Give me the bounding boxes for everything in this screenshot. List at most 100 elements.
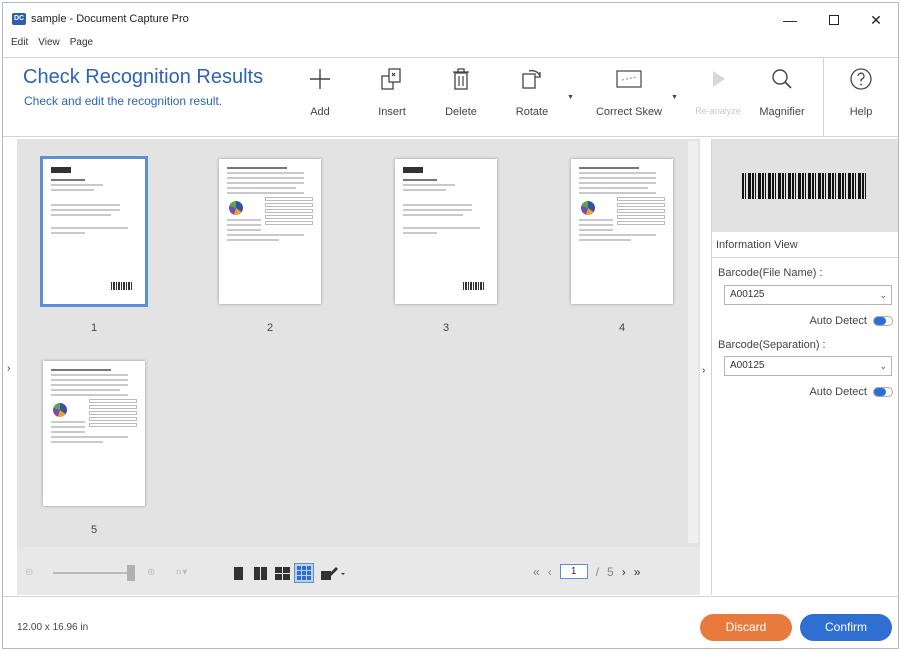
magnifier-button[interactable]: Magnifier <box>755 64 809 118</box>
add-button[interactable]: Add <box>303 64 337 118</box>
page-title: Check Recognition Results <box>23 66 264 88</box>
barcode-file-select[interactable]: A00125 ⌄ <box>724 285 892 305</box>
rotate-button[interactable]: Rotate <box>511 64 553 118</box>
barcode-file-label: Barcode(File Name) : <box>718 267 823 279</box>
help-label: Help <box>849 106 873 118</box>
page-number: 3 <box>442 322 450 334</box>
magnifier-label: Magnifier <box>759 106 805 118</box>
page-thumbnail[interactable] <box>571 159 673 304</box>
page-thumbnail[interactable] <box>219 159 321 304</box>
title-bar: DC sample - Document Capture Pro — ✕ <box>3 3 898 37</box>
pie-chart-mark <box>53 403 67 417</box>
app-icon: DC <box>12 13 26 25</box>
last-page-icon[interactable]: » <box>634 565 641 579</box>
pie-chart-mark <box>229 201 243 215</box>
delete-label: Delete <box>445 106 477 118</box>
page-number: 4 <box>618 322 626 334</box>
logo-mark <box>403 167 423 173</box>
discard-button[interactable]: Discard <box>700 614 792 641</box>
rotate-dropdown-icon[interactable]: ▼ <box>567 94 574 101</box>
first-page-icon[interactable]: « <box>533 565 540 579</box>
page-thumbnail[interactable] <box>40 156 148 307</box>
reanalyze-button[interactable]: Re-analyze <box>686 64 750 116</box>
barcode-mark <box>111 282 133 290</box>
insert-page-icon <box>371 64 413 94</box>
page-number: 5 <box>90 524 98 536</box>
prev-page-icon[interactable]: ‹ <box>548 565 552 579</box>
play-icon <box>686 64 750 94</box>
zoom-in-icon[interactable]: ⊕ <box>147 567 155 578</box>
close-button[interactable]: ✕ <box>861 9 891 31</box>
ribbon-divider <box>823 58 824 136</box>
zoom-slider-handle[interactable] <box>127 565 135 581</box>
page-navigator: « ‹ 1 / 5 › » <box>533 564 640 579</box>
total-pages: 5 <box>607 564 614 579</box>
barcode-mark <box>463 282 485 290</box>
status-divider <box>3 596 898 597</box>
current-page-input[interactable]: 1 <box>559 564 588 579</box>
skew-dropdown-icon[interactable]: ▼ <box>671 94 678 101</box>
vertical-scrollbar[interactable] <box>688 141 698 543</box>
auto-detect-row: Auto Detect <box>763 315 893 327</box>
page-thumbnail[interactable] <box>43 361 145 506</box>
page-size-status: 12.00 x 16.96 in <box>17 622 89 633</box>
maximize-button[interactable] <box>819 9 849 31</box>
auto-detect-toggle[interactable] <box>873 316 893 327</box>
menu-edit[interactable]: Edit <box>11 37 28 55</box>
correct-skew-label: Correct Skew <box>595 106 663 118</box>
logo-mark <box>51 167 71 173</box>
view-two-column-icon[interactable] <box>251 564 269 582</box>
auto-detect-label: Auto Detect <box>809 386 867 398</box>
barcode-separation-select[interactable]: A00125 ⌄ <box>724 356 892 376</box>
skew-icon <box>590 64 668 94</box>
confirm-button[interactable]: Confirm <box>800 614 892 641</box>
correct-skew-button[interactable]: Correct Skew <box>590 64 668 118</box>
rotate-label: Rotate <box>515 106 549 118</box>
next-page-icon[interactable]: › <box>622 565 626 579</box>
chevron-down-icon: ⌄ <box>879 290 887 300</box>
right-panel-expand-icon[interactable]: › <box>702 365 705 376</box>
maximize-icon <box>829 15 839 25</box>
auto-detect-label: Auto Detect <box>809 315 867 327</box>
window-title: sample - Document Capture Pro <box>31 13 189 25</box>
page-number: 2 <box>266 322 274 334</box>
left-panel-expand-icon[interactable]: › <box>7 363 10 374</box>
minimize-button[interactable]: — <box>775 9 805 31</box>
chevron-down-icon: ⌄ <box>879 361 887 371</box>
rotate-icon <box>511 64 553 94</box>
page-number: 1 <box>90 322 98 334</box>
delete-button[interactable]: Delete <box>440 64 482 118</box>
page-subtitle: Check and edit the recognition result. <box>24 94 223 108</box>
pie-chart-mark <box>581 201 595 215</box>
menu-view[interactable]: View <box>38 37 60 55</box>
barcode-file-value: A00125 <box>730 289 765 300</box>
page-thumbnail-grid: 1 2 3 4 5 <box>17 139 700 547</box>
zoom-slider-track[interactable] <box>53 572 133 574</box>
view-one-column-icon[interactable] <box>229 564 247 582</box>
barcode-separation-value: A00125 <box>730 360 765 371</box>
fit-view-icon[interactable]: ⠶▾ <box>175 567 187 578</box>
plus-icon <box>303 64 337 94</box>
add-label: Add <box>310 106 330 118</box>
barcode-image <box>742 173 866 199</box>
app-window: DC sample - Document Capture Pro — ✕ Edi… <box>2 2 899 649</box>
auto-detect-toggle[interactable] <box>873 387 893 398</box>
view-grid-large-icon[interactable] <box>294 563 314 583</box>
help-icon <box>843 64 879 94</box>
auto-detect-row: Auto Detect <box>763 386 893 398</box>
view-grid-small-icon[interactable] <box>273 564 291 582</box>
view-edit-dropdown-icon[interactable] <box>319 564 347 582</box>
help-button[interactable]: Help <box>843 64 879 118</box>
page-thumbnail[interactable] <box>395 159 497 304</box>
info-view-divider <box>712 257 898 258</box>
insert-label: Insert <box>378 106 406 118</box>
insert-button[interactable]: Insert <box>371 64 413 118</box>
menu-bar: Edit View Page <box>11 37 93 55</box>
page-separator: / <box>595 564 600 579</box>
barcode-preview <box>712 139 898 232</box>
menu-page[interactable]: Page <box>70 37 93 55</box>
zoom-out-icon[interactable]: ⊖ <box>25 567 33 578</box>
trash-icon <box>440 64 482 94</box>
view-toolbar: ⊖ ⊕ ⠶▾ « ‹ 1 / 5 › » <box>17 547 700 595</box>
barcode-separation-label: Barcode(Separation) : <box>718 339 826 351</box>
